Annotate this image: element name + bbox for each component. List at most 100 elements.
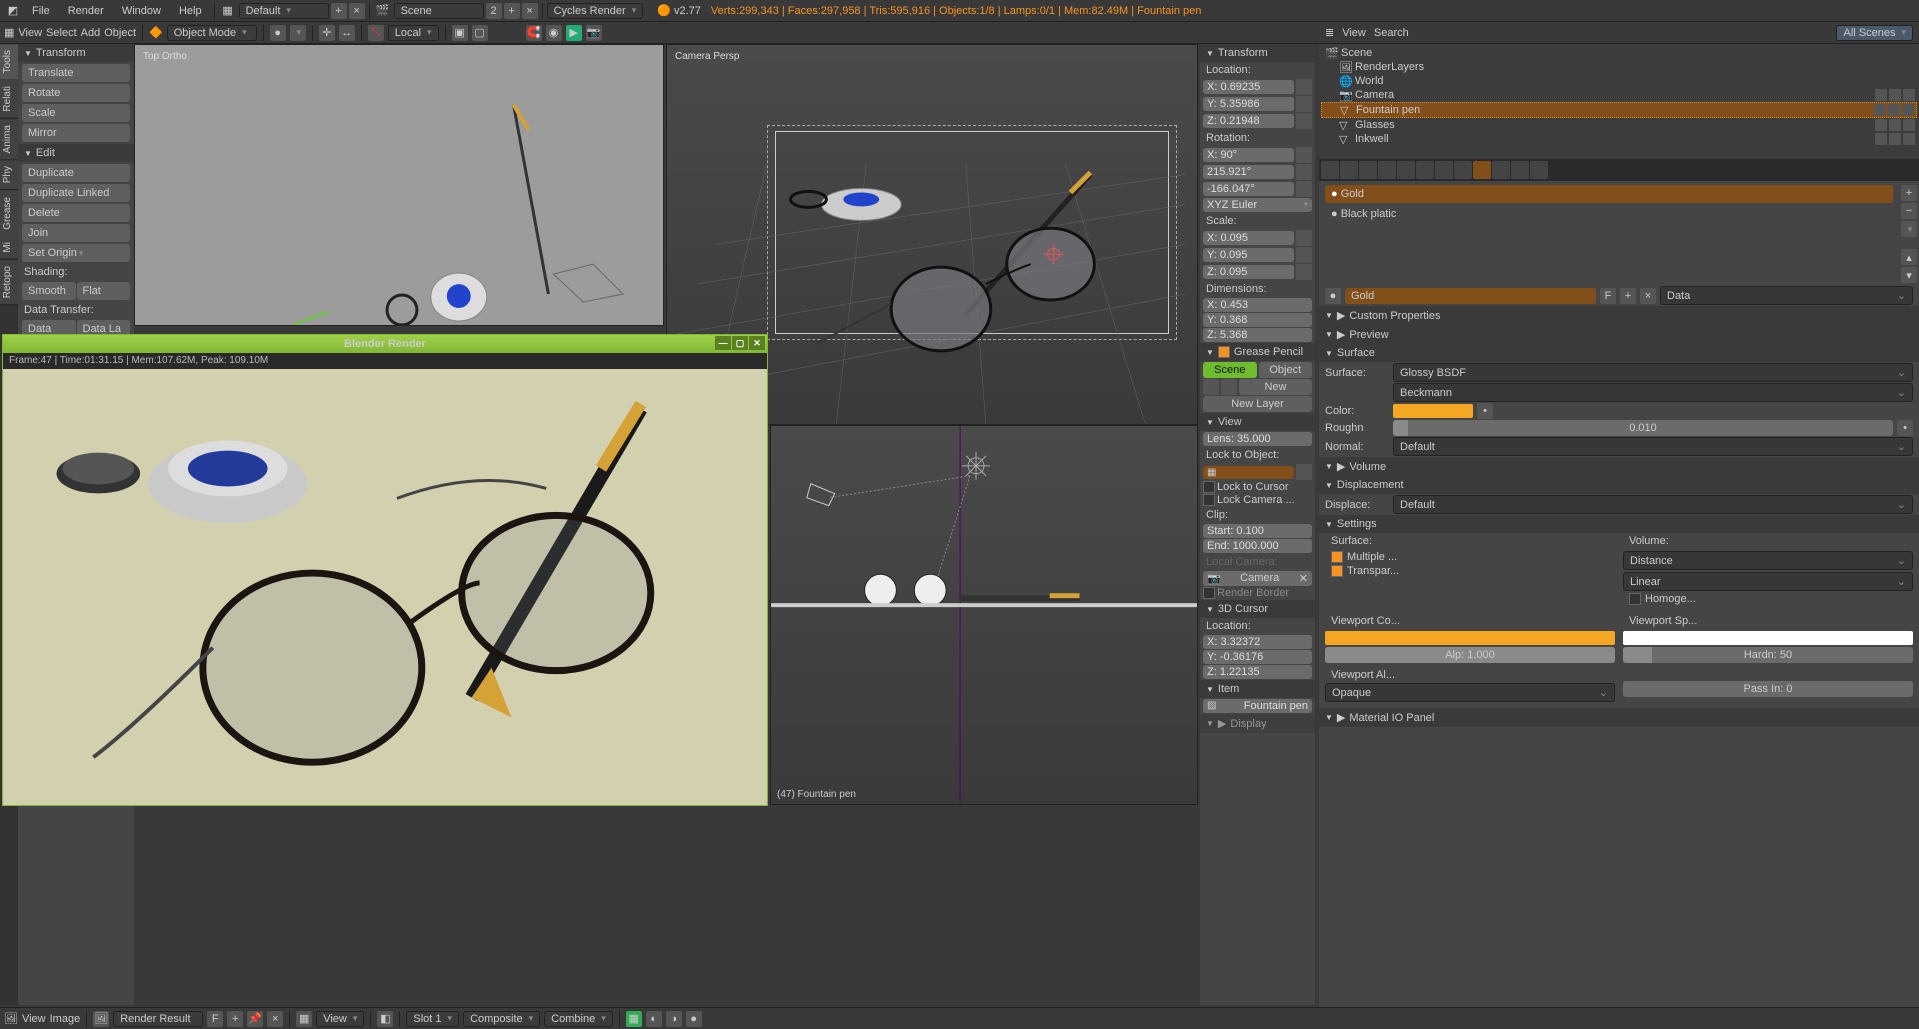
- rgba-icon[interactable]: ▦: [626, 1011, 642, 1027]
- cursor-y[interactable]: Y: -0.36176: [1203, 650, 1312, 664]
- tab-misc[interactable]: Mi: [0, 236, 18, 260]
- multiple-check[interactable]: [1331, 551, 1343, 563]
- mat-unlink-icon[interactable]: ×: [1640, 288, 1656, 304]
- scene-del[interactable]: ×: [522, 3, 538, 19]
- blender-icon[interactable]: ◩: [4, 2, 22, 20]
- outliner-item[interactable]: ▽Glasses: [1321, 118, 1917, 132]
- alpha-field[interactable]: Alp: 1.000: [1325, 647, 1615, 663]
- menu-add[interactable]: Add: [81, 27, 101, 39]
- lock-icon[interactable]: [1296, 247, 1312, 263]
- lock-icon[interactable]: [1296, 113, 1312, 129]
- manipulator-icon[interactable]: ↔: [339, 25, 355, 41]
- screen-layout-selector[interactable]: Default: [239, 3, 329, 19]
- outliner-view[interactable]: View: [1342, 27, 1366, 39]
- z-icon[interactable]: ●: [686, 1011, 702, 1027]
- menu-render[interactable]: Render: [60, 5, 112, 17]
- interp-field[interactable]: Linear: [1623, 572, 1913, 591]
- tab-render[interactable]: [1321, 161, 1339, 179]
- outliner-item[interactable]: 🖼RenderLayers: [1321, 60, 1917, 74]
- n-gp-hdr[interactable]: Grease Pencil: [1200, 343, 1315, 361]
- shading-drop[interactable]: [290, 25, 306, 41]
- editor-type-icon[interactable]: ▦: [4, 26, 14, 39]
- preview-hdr[interactable]: ▶ Preview: [1319, 325, 1919, 344]
- proportional-icon[interactable]: ◉: [546, 25, 562, 41]
- eyedropper-icon[interactable]: [1296, 464, 1312, 480]
- render-border-check[interactable]: [1203, 587, 1215, 599]
- close-icon[interactable]: ✕: [749, 336, 765, 350]
- tab-world[interactable]: [1378, 161, 1396, 179]
- tab-retopo[interactable]: Retopo: [0, 260, 18, 305]
- tab-animation[interactable]: Anima: [0, 119, 18, 160]
- lock-icon[interactable]: [1296, 164, 1312, 180]
- outliner-item[interactable]: ▽Fountain pen: [1321, 102, 1917, 118]
- fake-user-button[interactable]: F: [1600, 288, 1616, 304]
- delete-button[interactable]: Delete: [22, 204, 130, 222]
- tab-constraints[interactable]: [1416, 161, 1434, 179]
- gp-new-button[interactable]: New: [1239, 379, 1312, 395]
- viewport-side[interactable]: (47) Fountain pen: [770, 425, 1198, 805]
- tab-physics[interactable]: Phy: [0, 160, 18, 190]
- fake-user-f[interactable]: F: [207, 1011, 223, 1027]
- select-icon[interactable]: [1889, 133, 1901, 145]
- layout-del[interactable]: ×: [349, 3, 365, 19]
- color-swatch[interactable]: [1393, 404, 1473, 418]
- displace-field[interactable]: Default: [1393, 495, 1913, 514]
- clip-start[interactable]: Start: 0.100: [1203, 524, 1312, 538]
- sampling-field[interactable]: Distance: [1623, 551, 1913, 570]
- loc-y[interactable]: Y: 5.35986: [1203, 97, 1294, 111]
- alpha-icon[interactable]: ◑: [666, 1011, 682, 1027]
- shading-sphere-icon[interactable]: ●: [270, 25, 286, 41]
- roughness-field[interactable]: 0.010: [1393, 420, 1893, 436]
- scene-icon[interactable]: 🎬: [374, 2, 392, 20]
- set-origin-button[interactable]: Set Origin: [22, 244, 130, 262]
- smooth-button[interactable]: Smooth: [22, 282, 76, 300]
- hardness-field[interactable]: Hardn: 50: [1623, 647, 1913, 663]
- slot-selector[interactable]: Slot 1: [406, 1011, 459, 1027]
- tab-particles[interactable]: [1511, 161, 1529, 179]
- img-menu-view[interactable]: View: [22, 1013, 46, 1025]
- layers-2[interactable]: ▢: [472, 25, 488, 41]
- tab-texture[interactable]: [1492, 161, 1510, 179]
- join-button[interactable]: Join: [22, 224, 130, 242]
- mat-name-field[interactable]: Gold: [1345, 288, 1596, 304]
- img-unlink-icon[interactable]: ×: [267, 1011, 283, 1027]
- homogeneous-check[interactable]: [1629, 593, 1641, 605]
- menu-help[interactable]: Help: [171, 5, 210, 17]
- loc-z[interactable]: Z: 0.21948: [1203, 114, 1294, 128]
- rough-node-icon[interactable]: •: [1897, 420, 1913, 436]
- n-transform-hdr[interactable]: Transform: [1200, 44, 1315, 62]
- n-display-hdr[interactable]: ▶ Display: [1200, 714, 1315, 733]
- rot-y[interactable]: 215.921°: [1203, 165, 1294, 179]
- render-result-field[interactable]: Render Result: [113, 1011, 203, 1027]
- mat-io-hdr[interactable]: ▶ Material IO Panel: [1319, 708, 1919, 727]
- maximize-icon[interactable]: ▢: [732, 336, 748, 350]
- eye-icon[interactable]: [1875, 89, 1887, 101]
- img-menu-image[interactable]: Image: [50, 1013, 81, 1025]
- render-icon[interactable]: [1902, 104, 1914, 116]
- lock-cursor-check[interactable]: [1203, 481, 1215, 493]
- mat-remove-icon[interactable]: −: [1901, 203, 1917, 219]
- img-add-icon[interactable]: +: [227, 1011, 243, 1027]
- menu-window[interactable]: Window: [114, 5, 169, 17]
- mirror-button[interactable]: Mirror: [22, 124, 130, 142]
- lockobj-field[interactable]: ▦: [1203, 466, 1294, 479]
- image-browse-icon[interactable]: 🖼: [93, 1011, 109, 1027]
- outliner-item[interactable]: 🌐World: [1321, 74, 1917, 88]
- orientation-selector[interactable]: Local: [388, 25, 439, 41]
- eye-icon[interactable]: [1874, 104, 1886, 116]
- displacement-hdr[interactable]: Displacement: [1319, 476, 1919, 494]
- duplicate-linked-button[interactable]: Duplicate Linked: [22, 184, 130, 202]
- layout-add[interactable]: +: [331, 3, 347, 19]
- menu-file[interactable]: File: [24, 5, 58, 17]
- rgb-icon[interactable]: ◐: [646, 1011, 662, 1027]
- mat-link-selector[interactable]: Data: [1660, 286, 1913, 305]
- layout-icon[interactable]: ▦: [219, 2, 237, 20]
- mat-up-icon[interactable]: ▴: [1901, 249, 1917, 265]
- outliner-filter[interactable]: All Scenes: [1836, 25, 1913, 41]
- outliner-item[interactable]: ▽Inkwell: [1321, 132, 1917, 146]
- rot-mode[interactable]: XYZ Euler: [1203, 198, 1312, 212]
- mat-slot-black[interactable]: ● Black platic: [1325, 205, 1893, 223]
- viewport-spec-swatch[interactable]: [1623, 631, 1913, 645]
- tab-renderlayers[interactable]: [1340, 161, 1358, 179]
- loc-x[interactable]: X: 0.69235: [1203, 80, 1294, 94]
